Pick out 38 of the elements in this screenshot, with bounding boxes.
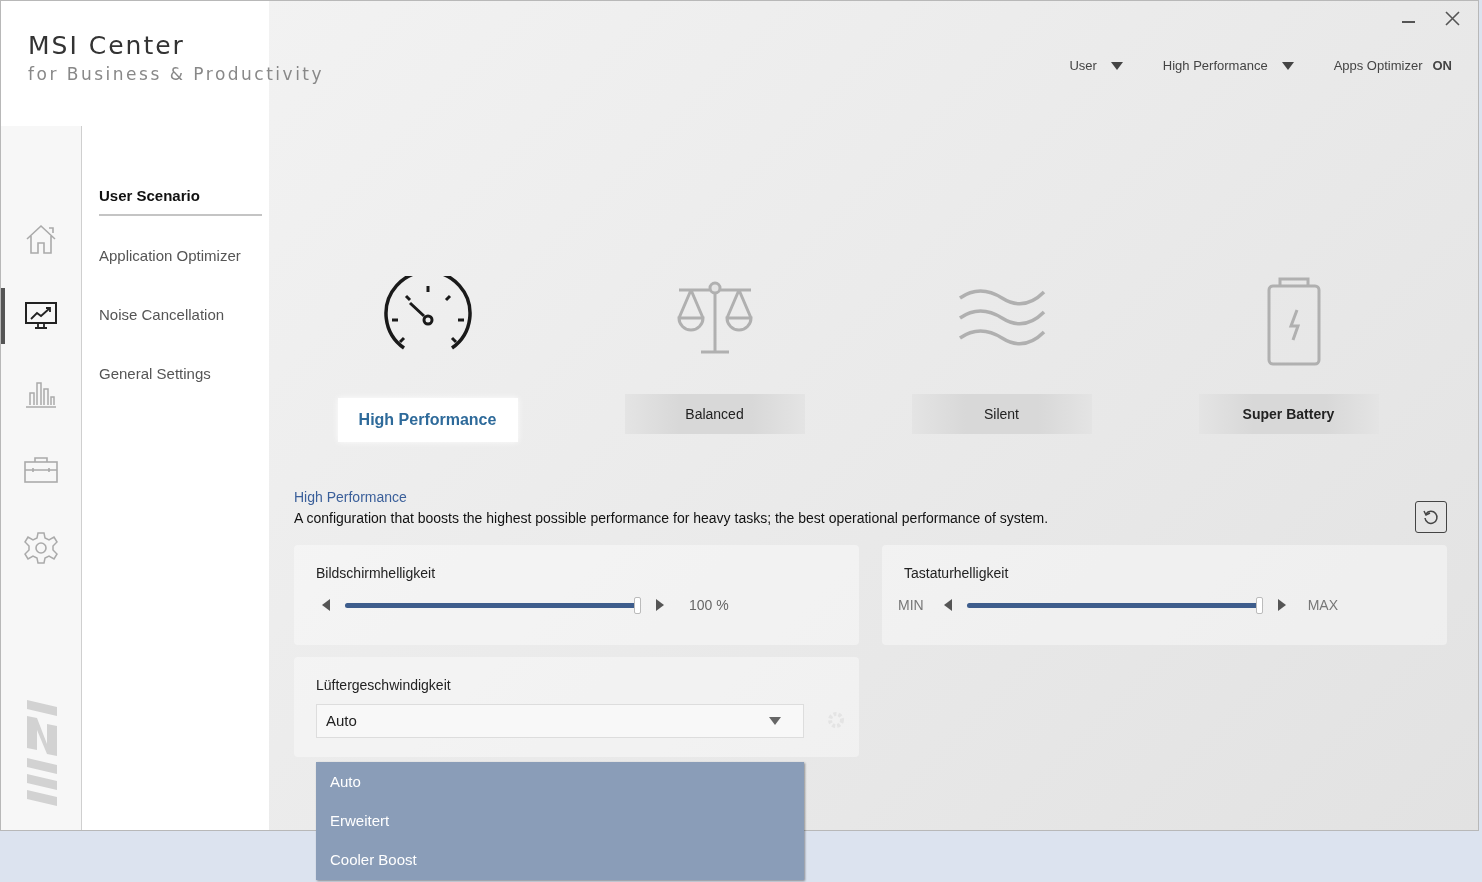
nav-item[interactable]: Application Optimizer (99, 237, 262, 275)
max-label: MAX (1307, 595, 1338, 615)
scenario-description: A configuration that boosts the highest possible performance for heavy tasks; the best operational performance of system. (294, 509, 1050, 528)
app-subtitle: for Business & Productivity (28, 63, 326, 86)
mode-button[interactable]: High Performance (337, 398, 518, 442)
reset-icon (1422, 508, 1440, 526)
right-arrow-icon[interactable] (1277, 599, 1286, 611)
slider[interactable] (345, 596, 641, 614)
slider-label: Bildschirmhelligkeit (316, 564, 437, 582)
optimizer-label: Apps Optimizer (1333, 57, 1423, 75)
right-arrow-icon[interactable] (656, 599, 664, 611)
slider-label: Tastaturhelligkeit (904, 564, 1010, 582)
logo-icon (27, 700, 59, 806)
mode-button[interactable]: Silent (911, 394, 1092, 434)
fan-speed-select[interactable]: Auto (316, 704, 804, 738)
minimize-icon[interactable] (1402, 21, 1415, 24)
mode-dropdown[interactable]: User (1069, 56, 1123, 76)
mode-button[interactable]: Balanced (624, 394, 805, 434)
fan-label: Lüftergeschwindigkeit (316, 676, 452, 694)
slider[interactable] (966, 596, 1263, 614)
optimizer-toggle[interactable]: ON (1432, 56, 1452, 76)
close-icon[interactable] (1445, 11, 1460, 26)
left-arrow-icon[interactable] (322, 599, 330, 611)
slider-thumb[interactable] (1255, 596, 1263, 614)
mode-dropdown[interactable]: High Performance (1162, 56, 1294, 76)
caret-icon (1110, 61, 1123, 70)
slider-value: 100 % (689, 595, 729, 615)
caret-icon (769, 717, 781, 725)
slider-thumb[interactable] (634, 596, 641, 614)
app-title: MSI Center (28, 31, 186, 61)
nav-item[interactable]: User Scenario (99, 178, 262, 216)
left-arrow-icon[interactable] (943, 599, 952, 611)
min-label: MIN (898, 595, 924, 615)
nav-item[interactable]: General Settings (99, 355, 262, 393)
nav-item[interactable]: Noise Cancellation (99, 296, 262, 334)
caret-icon (1281, 61, 1294, 70)
scenario-title: High Performance (294, 488, 408, 507)
reset-button[interactable] (1415, 501, 1447, 533)
